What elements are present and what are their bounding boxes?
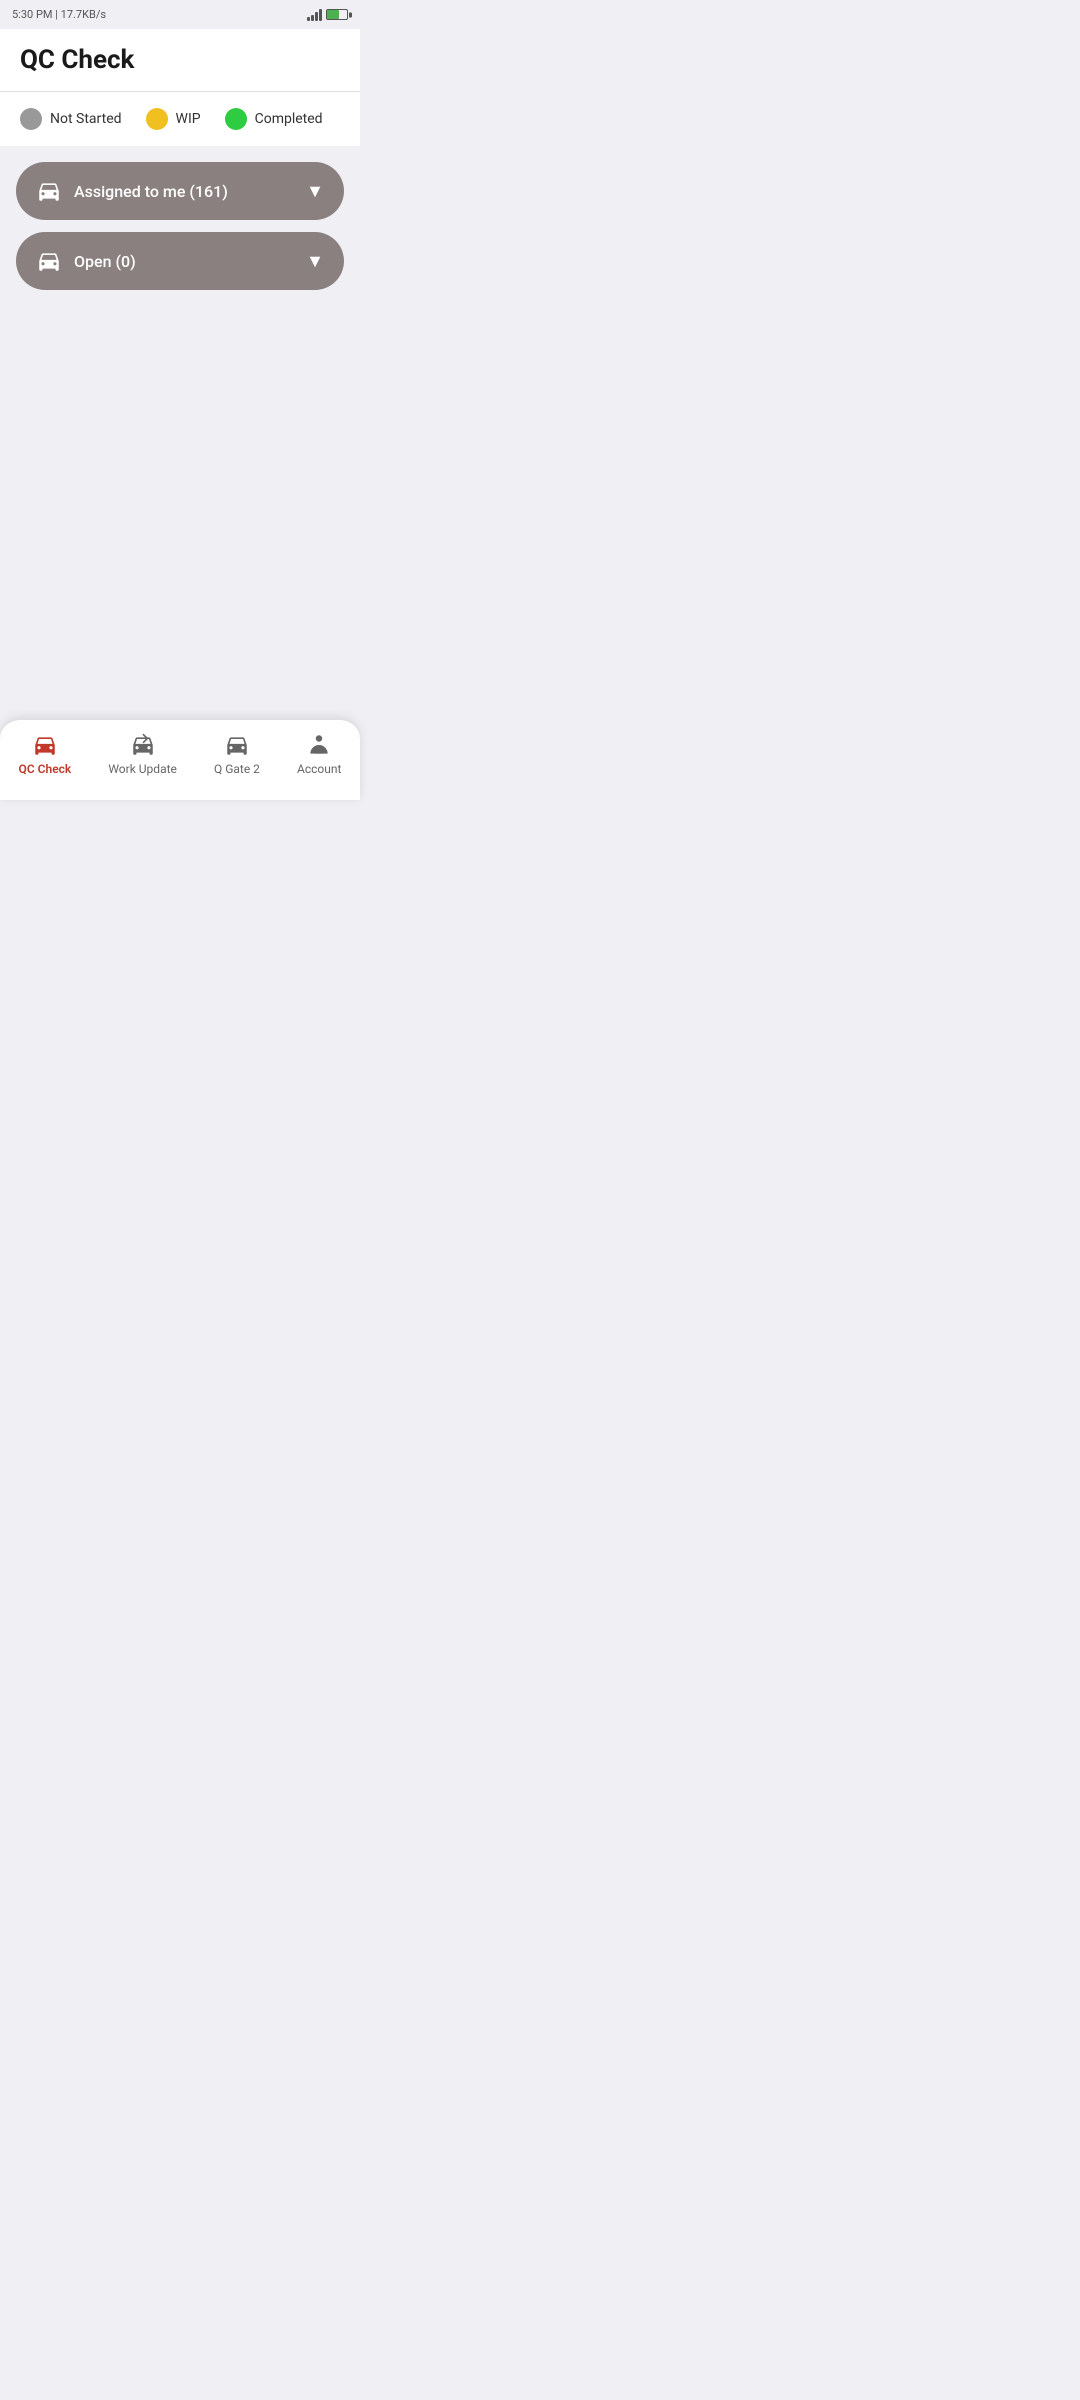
q-gate-2-nav-icon xyxy=(224,732,250,758)
assigned-accordion-button[interactable]: Assigned to me (161) ▼ xyxy=(16,162,344,220)
open-car-icon xyxy=(36,248,62,274)
assigned-chevron-icon: ▼ xyxy=(306,181,324,202)
completed-dot xyxy=(225,108,247,130)
not-started-label: Not Started xyxy=(50,111,122,127)
open-accordion-button[interactable]: Open (0) ▼ xyxy=(16,232,344,290)
status-time: 5:30 PM | 17.7KB/s xyxy=(12,8,106,21)
page-header: QC Check xyxy=(0,29,360,92)
work-update-nav-icon xyxy=(130,732,156,758)
assigned-label: Assigned to me (161) xyxy=(74,182,294,201)
wip-dot xyxy=(146,108,168,130)
bottom-nav: QC Check Work Update Q Gate 2 Account xyxy=(0,719,360,800)
nav-item-work-update[interactable]: Work Update xyxy=(96,728,189,780)
battery-icon xyxy=(326,9,348,20)
completed-label: Completed xyxy=(255,111,323,127)
qc-check-nav-icon xyxy=(32,732,58,758)
not-started-dot xyxy=(20,108,42,130)
open-chevron-icon: ▼ xyxy=(306,251,324,272)
work-update-nav-label: Work Update xyxy=(108,762,177,776)
account-nav-icon xyxy=(306,732,332,758)
nav-item-qc-check[interactable]: QC Check xyxy=(7,728,84,780)
status-icons xyxy=(307,9,348,21)
signal-icon xyxy=(307,9,322,21)
nav-item-account[interactable]: Account xyxy=(285,728,353,780)
account-nav-label: Account xyxy=(297,762,341,776)
open-label: Open (0) xyxy=(74,252,294,271)
status-bar: 5:30 PM | 17.7KB/s xyxy=(0,0,360,29)
wip-label: WIP xyxy=(176,111,201,127)
nav-item-q-gate-2[interactable]: Q Gate 2 xyxy=(202,728,272,780)
main-content: Assigned to me (161) ▼ Open (0) ▼ xyxy=(0,146,360,306)
qc-check-nav-label: QC Check xyxy=(19,762,72,776)
legend-completed: Completed xyxy=(225,108,323,130)
legend-wip: WIP xyxy=(146,108,201,130)
page-title: QC Check xyxy=(20,45,340,75)
legend-not-started: Not Started xyxy=(20,108,122,130)
assigned-car-icon xyxy=(36,178,62,204)
legend-section: Not Started WIP Completed xyxy=(0,92,360,146)
q-gate-2-nav-label: Q Gate 2 xyxy=(214,762,260,776)
